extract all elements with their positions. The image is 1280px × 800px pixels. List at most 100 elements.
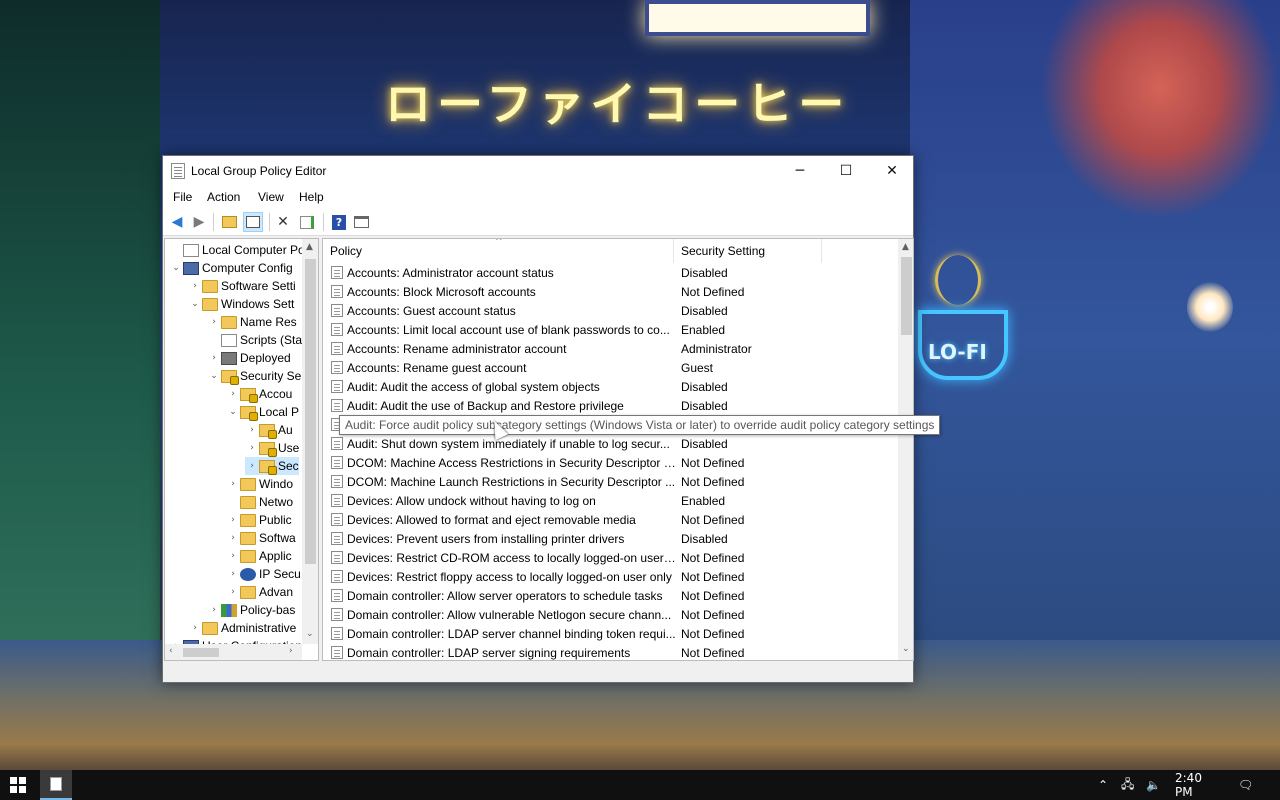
policy-row[interactable]: Accounts: Rename administrator account Ad… bbox=[323, 339, 898, 358]
scroll-up-arrow-icon[interactable]: ▲ bbox=[306, 242, 313, 252]
scroll-up-arrow-icon[interactable]: ▲ bbox=[902, 242, 909, 252]
tree-node[interactable]: › Deployed bbox=[207, 349, 291, 367]
clock[interactable]: 2:40 PM bbox=[1175, 770, 1217, 800]
network-icon[interactable]: 🖧 bbox=[1121, 770, 1134, 800]
policy-row[interactable]: Accounts: Block Microsoft accounts Not De… bbox=[323, 282, 898, 301]
tree-node[interactable]: › Applic bbox=[226, 547, 292, 565]
up-folder-icon[interactable] bbox=[219, 212, 239, 232]
tree-node[interactable]: › Au bbox=[245, 421, 293, 439]
tree-node[interactable]: › Policy-bas bbox=[207, 601, 295, 619]
collapsed-arrow-icon[interactable]: › bbox=[245, 461, 259, 471]
tree-node[interactable]: › Public bbox=[226, 511, 292, 529]
policy-row[interactable]: Audit: Audit the use of Backup and Resto… bbox=[323, 396, 898, 415]
notifications-icon[interactable]: 🗨 bbox=[1238, 770, 1253, 800]
policy-row[interactable]: Domain controller: LDAP server channel b… bbox=[323, 624, 898, 643]
column-header-security-setting[interactable]: Security Setting bbox=[674, 239, 822, 263]
column-header-policy[interactable]: Policy ^ bbox=[323, 239, 674, 263]
collapsed-arrow-icon[interactable]: › bbox=[226, 389, 240, 399]
taskbar-app-group-policy[interactable] bbox=[40, 770, 72, 800]
policy-row[interactable]: Domain controller: Allow vulnerable Netl… bbox=[323, 605, 898, 624]
tree-node[interactable]: › Accou bbox=[226, 385, 292, 403]
tree-node[interactable]: ⌄ Local P bbox=[226, 403, 299, 421]
policy-row[interactable]: Devices: Restrict floppy access to local… bbox=[323, 567, 898, 586]
policy-row[interactable]: DCOM: Machine Access Restrictions in Sec… bbox=[323, 453, 898, 472]
policy-row[interactable]: Accounts: Rename guest account Guest bbox=[323, 358, 898, 377]
properties-icon[interactable] bbox=[351, 212, 371, 232]
collapsed-arrow-icon[interactable]: › bbox=[188, 623, 202, 633]
tree-node[interactable]: › Advan bbox=[226, 583, 293, 601]
tree-node[interactable]: › Name Res bbox=[207, 313, 297, 331]
tree-node[interactable]: › Windo bbox=[226, 475, 293, 493]
collapsed-arrow-icon[interactable]: › bbox=[226, 587, 240, 597]
policy-row[interactable]: Domain controller: Allow server operator… bbox=[323, 586, 898, 605]
tree-hscroll-thumb[interactable] bbox=[183, 648, 219, 657]
tree-node[interactable]: Local Computer Polic bbox=[169, 241, 316, 259]
menu-help[interactable]: Help bbox=[299, 190, 324, 204]
tree-node[interactable]: › IP Secu bbox=[226, 565, 301, 583]
collapsed-arrow-icon[interactable]: › bbox=[245, 425, 259, 435]
policy-row[interactable]: Accounts: Guest account status Disabled bbox=[323, 301, 898, 320]
minimize-button[interactable]: ─ bbox=[777, 156, 823, 186]
forward-arrow-icon[interactable]: ▶ bbox=[189, 212, 209, 232]
menu-file[interactable]: File bbox=[173, 190, 192, 204]
delete-icon[interactable]: ✕ bbox=[273, 212, 293, 232]
back-arrow-icon[interactable]: ◀ bbox=[167, 212, 187, 232]
tree-node[interactable]: Netwo bbox=[226, 493, 293, 511]
chevron-up-icon[interactable]: ⌃ bbox=[1098, 770, 1108, 800]
scroll-down-arrow-icon[interactable]: ⌄ bbox=[306, 629, 314, 639]
scroll-right-arrow-icon[interactable]: › bbox=[289, 646, 293, 656]
title-bar[interactable]: Local Group Policy Editor ─ ☐ ✕ bbox=[163, 156, 913, 186]
policy-row[interactable]: Accounts: Limit local account use of bla… bbox=[323, 320, 898, 339]
tree-node[interactable]: ⌄ Security Se bbox=[207, 367, 301, 385]
tree-horizontal-scrollbar[interactable]: ‹ › bbox=[165, 644, 302, 660]
expanded-arrow-icon[interactable]: ⌄ bbox=[207, 371, 221, 381]
collapsed-arrow-icon[interactable]: › bbox=[226, 515, 240, 525]
maximize-button[interactable]: ☐ bbox=[823, 156, 869, 186]
tree-node[interactable]: › Software Setti bbox=[188, 277, 296, 295]
policy-list[interactable]: Policy ^ Security Setting Accounts: Admi… bbox=[322, 238, 914, 661]
tree-node[interactable]: › Softwa bbox=[226, 529, 296, 547]
tree-node[interactable]: › Use bbox=[245, 439, 299, 457]
show-hide-tree-icon[interactable] bbox=[243, 212, 263, 232]
export-list-icon[interactable] bbox=[297, 212, 317, 232]
collapsed-arrow-icon[interactable]: › bbox=[226, 569, 240, 579]
console-tree[interactable]: Local Computer Polic ⌄ Computer Config › Sof… bbox=[164, 238, 319, 661]
list-vertical-scrollbar[interactable]: ▲ ⌄ bbox=[898, 239, 913, 660]
tree-node[interactable]: ⌄ Windows Sett bbox=[188, 295, 294, 313]
collapsed-arrow-icon[interactable]: › bbox=[188, 281, 202, 291]
collapsed-arrow-icon[interactable]: › bbox=[207, 605, 221, 615]
list-scroll-thumb[interactable] bbox=[901, 257, 912, 335]
policy-row[interactable]: Devices: Prevent users from installing p… bbox=[323, 529, 898, 548]
volume-muted-icon[interactable]: 🔈 bbox=[1146, 770, 1161, 800]
collapsed-arrow-icon[interactable]: › bbox=[245, 443, 259, 453]
expanded-arrow-icon[interactable]: ⌄ bbox=[226, 407, 240, 417]
tree-vertical-scrollbar[interactable]: ▲ ⌄ bbox=[302, 239, 318, 644]
tree-scroll-thumb[interactable] bbox=[305, 259, 316, 564]
policy-row[interactable]: Devices: Allow undock without having to … bbox=[323, 491, 898, 510]
scroll-left-arrow-icon[interactable]: ‹ bbox=[169, 646, 173, 656]
policy-row[interactable]: Devices: Restrict CD-ROM access to local… bbox=[323, 548, 898, 567]
expanded-arrow-icon[interactable]: ⌄ bbox=[169, 263, 183, 273]
tree-node[interactable]: Scripts (Sta bbox=[207, 331, 302, 349]
collapsed-arrow-icon[interactable]: › bbox=[226, 533, 240, 543]
tree-node[interactable]: › Administrative bbox=[188, 619, 296, 637]
start-button[interactable] bbox=[0, 770, 36, 800]
tree-node[interactable]: ⌄ Computer Config bbox=[169, 259, 293, 277]
collapsed-arrow-icon[interactable]: › bbox=[226, 551, 240, 561]
expanded-arrow-icon[interactable]: ⌄ bbox=[188, 299, 202, 309]
scroll-down-arrow-icon[interactable]: ⌄ bbox=[902, 644, 910, 654]
tree-node[interactable]: › Sec bbox=[245, 457, 299, 475]
collapsed-arrow-icon[interactable]: › bbox=[207, 353, 221, 363]
menu-view[interactable]: View bbox=[258, 190, 284, 204]
policy-row[interactable]: DCOM: Machine Launch Restrictions in Sec… bbox=[323, 472, 898, 491]
menu-action[interactable]: Action bbox=[207, 190, 240, 204]
policy-row[interactable]: Audit: Audit the access of global system… bbox=[323, 377, 898, 396]
collapsed-arrow-icon[interactable]: › bbox=[207, 317, 221, 327]
close-button[interactable]: ✕ bbox=[869, 156, 915, 186]
policy-row[interactable]: Audit: Shut down system immediately if u… bbox=[323, 434, 898, 453]
policy-row[interactable]: Domain controller: LDAP server signing r… bbox=[323, 643, 898, 660]
policy-row[interactable]: Devices: Allowed to format and eject rem… bbox=[323, 510, 898, 529]
help-icon[interactable]: ? bbox=[329, 212, 349, 232]
collapsed-arrow-icon[interactable]: › bbox=[226, 479, 240, 489]
policy-row[interactable]: Accounts: Administrator account status Di… bbox=[323, 263, 898, 282]
